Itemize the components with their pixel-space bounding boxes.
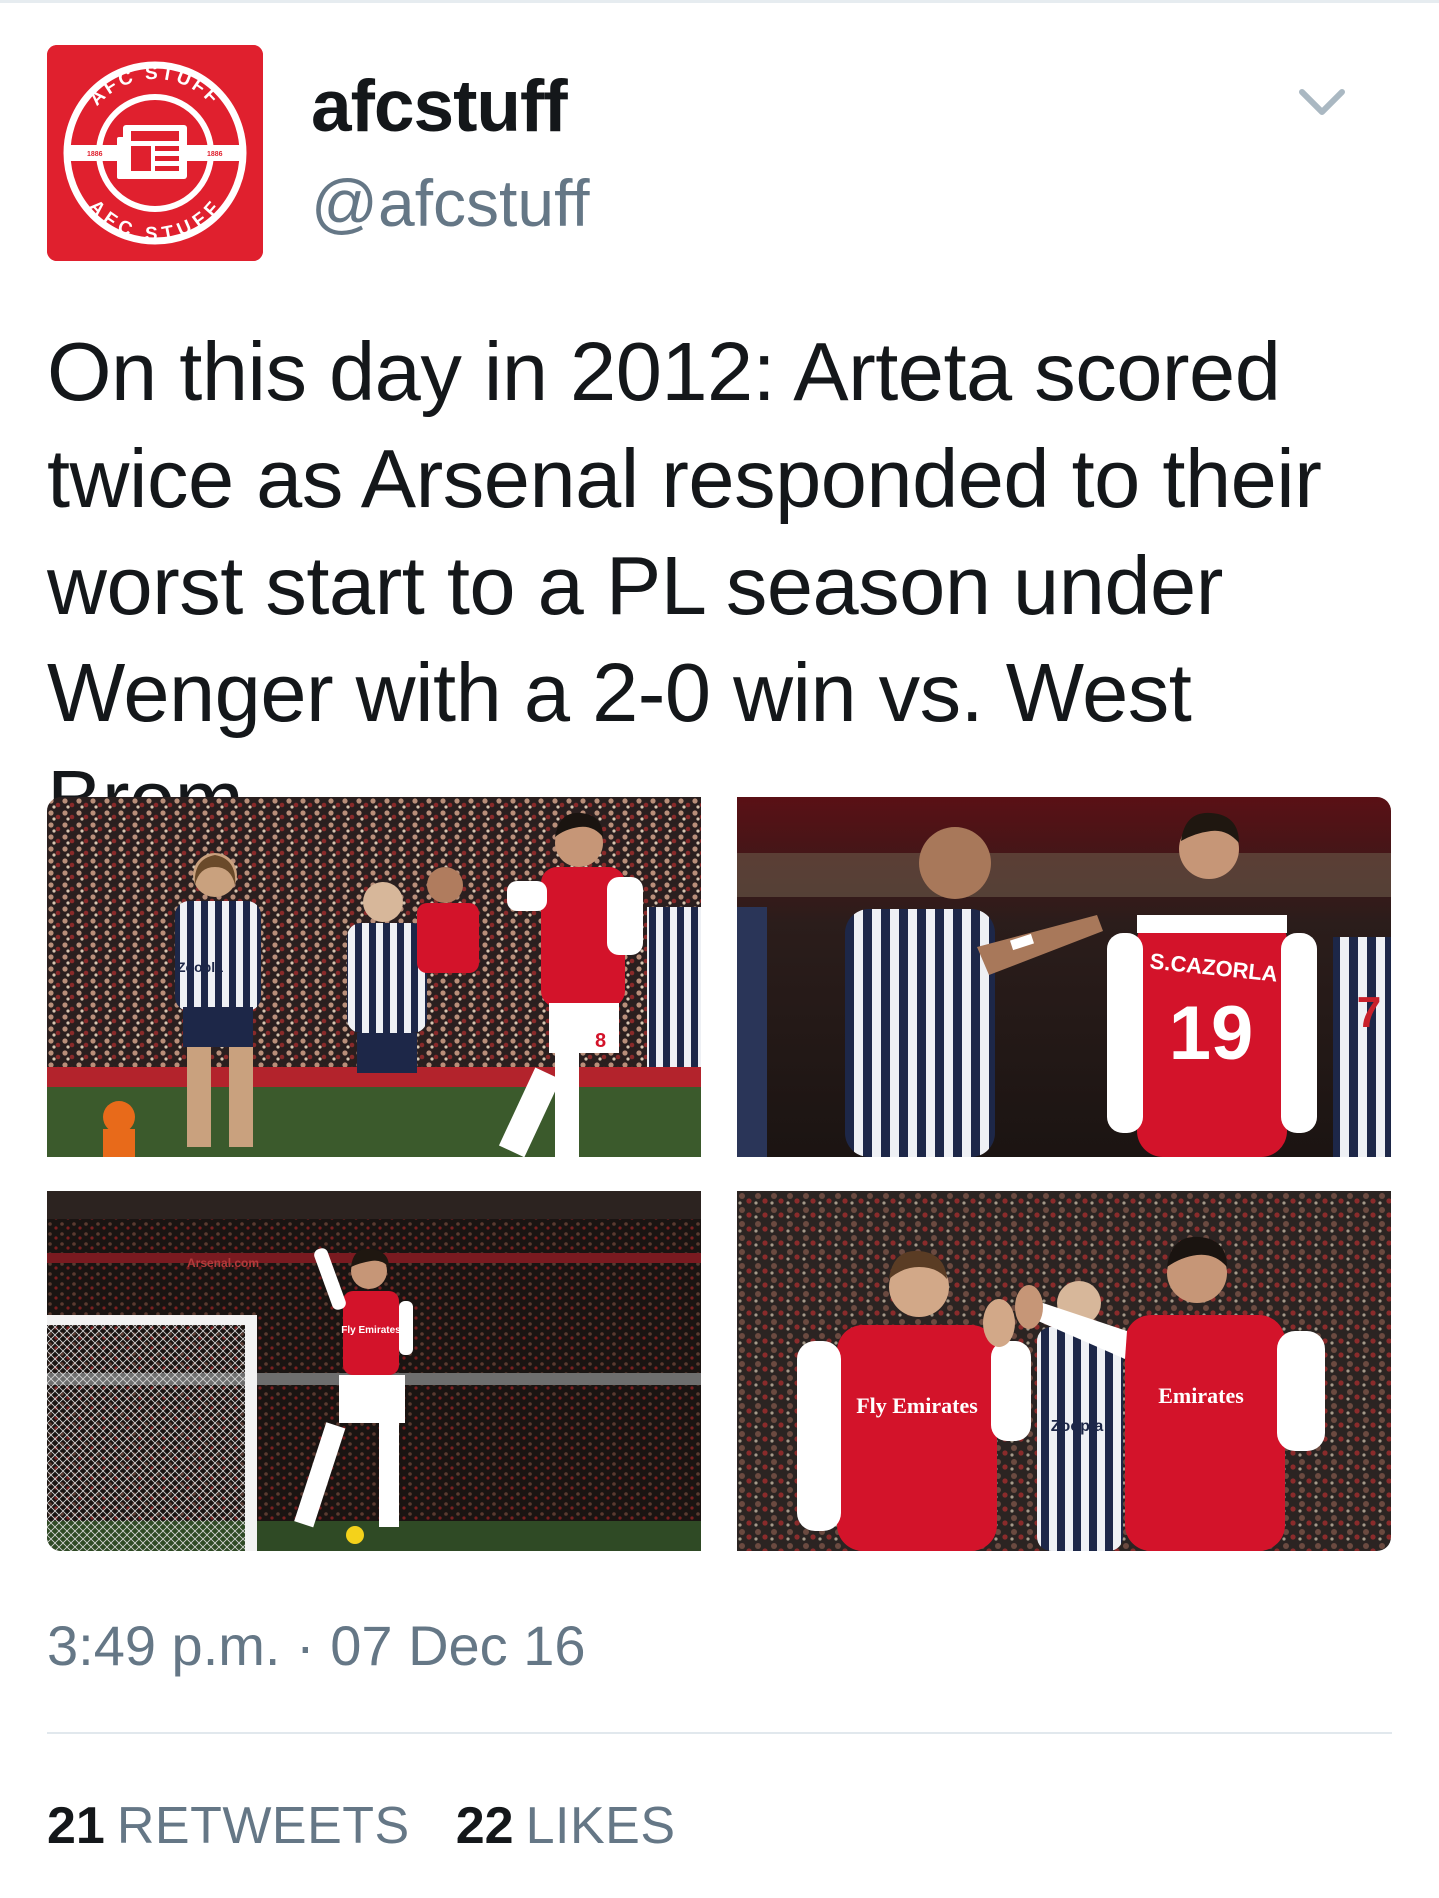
shirt-number: 8 [595, 1030, 606, 1052]
avatar[interactable]: AFC STUFF AFC STUFF 1886 1886 [47, 45, 263, 261]
sponsor-text-left: Fly Emirates [856, 1393, 978, 1418]
avatar-year-left: 1886 [87, 151, 103, 158]
stand-text: Arsenal.com [187, 1256, 259, 1270]
top-border [0, 0, 1439, 3]
opponent-sponsor-text: Zoopla [1051, 1418, 1104, 1435]
media-grid: Zoopla 8 S.CAZORLA 19 7 Arsenal.com Fly … [47, 797, 1392, 1551]
user-handle[interactable]: @afcstuff [311, 170, 590, 236]
opponent-shirt-number: 7 [1357, 988, 1381, 1037]
photo-cazorla[interactable]: S.CAZORLA 19 7 [737, 797, 1391, 1157]
photo-goal-celebration[interactable]: Arsenal.com Fly Emirates [47, 1191, 701, 1551]
tweet-text: On this day in 2012: Arteta scored twice… [47, 325, 1322, 846]
display-name[interactable]: afcstuff [311, 70, 568, 143]
sponsor-text-right: Emirates [1158, 1383, 1244, 1408]
sponsor-text: Zoopla [177, 959, 223, 975]
tweet-stats: 21 RETWEETS 22 LIKES [47, 1800, 722, 1852]
tweet-menu-button[interactable] [1298, 86, 1346, 120]
sponsor-text: Fly Emirates [341, 1325, 401, 1336]
tweet-timestamp[interactable]: 3:49 p.m. · 07 Dec 16 [47, 1618, 586, 1674]
retweets-label: RETWEETS [116, 1797, 410, 1855]
retweets-stat[interactable]: 21 RETWEETS [47, 1800, 410, 1852]
shirt-number: 19 [1169, 991, 1254, 1076]
likes-stat[interactable]: 22 LIKES [456, 1800, 676, 1852]
avatar-year-right: 1886 [207, 151, 223, 158]
afc-stuff-logo: AFC STUFF AFC STUFF 1886 1886 [47, 45, 263, 261]
photo-high-five[interactable]: Zoopla Fly Emirates Emirates [737, 1191, 1391, 1551]
divider [47, 1732, 1392, 1734]
retweets-count: 21 [47, 1797, 105, 1855]
chevron-down-icon [1299, 89, 1345, 115]
newspaper-icon [117, 125, 187, 179]
photo-arteta-shot[interactable]: Zoopla 8 [47, 797, 701, 1157]
likes-count: 22 [455, 1797, 514, 1855]
likes-label: LIKES [525, 1797, 676, 1855]
